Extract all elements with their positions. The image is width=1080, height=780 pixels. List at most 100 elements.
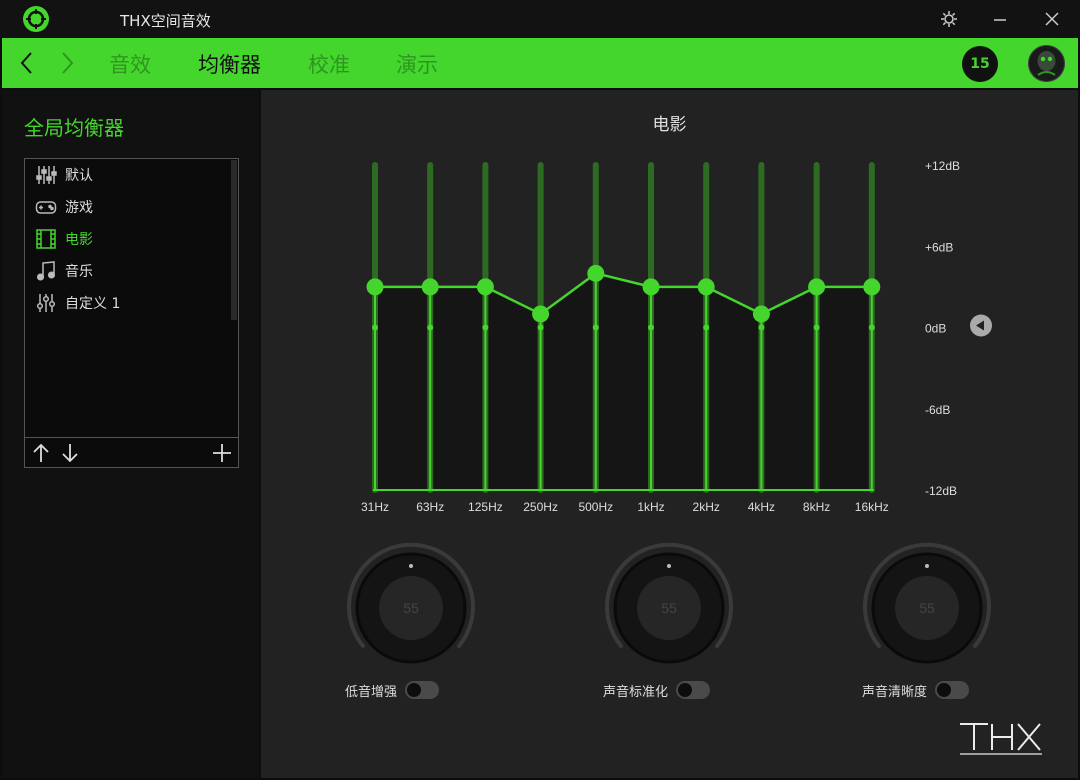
eq-db-label: -12dB — [925, 484, 957, 498]
title-bar: THX空间音效 — [0, 0, 1080, 38]
chevron-left-icon — [20, 52, 32, 74]
preset-label: 音乐 — [65, 264, 93, 280]
eq-freq-label: 4kHz — [748, 500, 775, 514]
arrow-up-icon — [33, 443, 49, 462]
preset-list: 默认 游戏 电影 音乐 自定义 1 — [24, 158, 239, 468]
eq-zero-marker — [372, 324, 378, 331]
plus-icon — [213, 444, 231, 462]
preset-item-music[interactable]: 音乐 — [35, 258, 225, 284]
eq-zero-marker — [537, 324, 544, 331]
nav-bar: 音效 均衡器 校准 演示 15 — [2, 38, 1078, 88]
eq-zero-marker — [427, 324, 434, 331]
voice-clarity-toggle[interactable] — [935, 681, 970, 699]
settings-icon — [941, 11, 957, 27]
eq-handle-8kHz[interactable] — [808, 278, 826, 296]
eq-freq-label: 2kHz — [693, 500, 720, 514]
eq-db-label: +6dB — [925, 240, 953, 254]
notification-badge[interactable]: 15 — [962, 46, 998, 82]
preset-item-custom-1[interactable]: 自定义 1 — [35, 290, 225, 316]
preset-list-toolbar — [25, 437, 238, 467]
knob-indicator — [925, 564, 929, 568]
eq-zero-marker — [703, 324, 710, 331]
eq-freq-label: 500Hz — [578, 500, 613, 514]
preset-item-game[interactable]: 游戏 — [35, 194, 225, 220]
eq-handle-63Hz[interactable] — [421, 278, 439, 296]
razer-logo-icon — [22, 5, 50, 33]
minimize-icon — [994, 19, 1006, 21]
knob-value: 55 — [661, 600, 677, 616]
bass-boost-knob[interactable]: 55 — [343, 542, 479, 678]
tab-calibration[interactable]: 校准 — [308, 49, 350, 79]
eq-db-label: +12dB — [925, 159, 960, 173]
thx-logo — [956, 718, 1046, 768]
eq-handle-125Hz[interactable] — [476, 278, 494, 296]
move-down-button[interactable] — [58, 441, 82, 465]
voice-clarity-knob[interactable]: 55 — [859, 542, 995, 678]
custom-sliders-icon — [35, 292, 57, 314]
equalizer-chart: 31Hz 63Hz 125Hz 250Hz 500Hz 1kHz 2kHz 4kHz 8kHz 1… — [361, 159, 992, 514]
voice-clarity-label: 声音清晰度 — [862, 684, 928, 700]
list-scrollbar[interactable] — [231, 160, 237, 320]
bass-boost-toggle[interactable] — [405, 681, 440, 699]
eq-handle-250Hz[interactable] — [532, 305, 550, 323]
voice-normalization-toggle[interactable] — [676, 681, 711, 699]
knob-value: 55 — [919, 600, 935, 616]
preset-label: 游戏 — [65, 200, 93, 216]
voice-clarity-control: 声音清晰度 — [862, 678, 970, 702]
chevron-right-icon — [62, 52, 74, 74]
close-button[interactable] — [1038, 6, 1066, 32]
eq-handle-16kHz[interactable] — [863, 278, 881, 296]
eq-freq-label: 1kHz — [637, 500, 664, 514]
eq-handle-4kHz[interactable] — [752, 305, 770, 323]
close-icon — [1045, 12, 1059, 26]
minimize-button[interactable] — [986, 6, 1014, 32]
knob-indicator — [667, 564, 671, 568]
eq-db-label: -6dB — [925, 403, 950, 417]
settings-button[interactable] — [935, 6, 963, 32]
preset-item-default[interactable]: 默认 — [35, 162, 225, 188]
eq-curve-area — [375, 273, 872, 490]
preset-item-movie[interactable]: 电影 — [35, 226, 225, 252]
eq-freq-label: 16kHz — [855, 500, 889, 514]
eq-db-label: 0dB — [925, 322, 946, 336]
voice-normalization-knob[interactable]: 55 — [601, 542, 737, 678]
voice-normalization-control: 声音标准化 — [603, 678, 711, 702]
sliders-icon — [35, 164, 57, 186]
eq-zero-marker — [813, 324, 820, 331]
eq-freq-label: 250Hz — [523, 500, 558, 514]
tab-equalizer[interactable]: 均衡器 — [198, 49, 261, 79]
eq-freq-label: 63Hz — [416, 500, 444, 514]
preset-label: 默认 — [65, 168, 93, 184]
forward-button[interactable] — [56, 50, 80, 76]
sidebar-title: 全局均衡器 — [24, 116, 124, 140]
bass-boost-label: 低音增强 — [345, 684, 398, 700]
eq-freq-label: 8kHz — [803, 500, 830, 514]
move-up-button[interactable] — [29, 441, 53, 465]
knob-indicator — [409, 564, 413, 568]
tab-sound-effects[interactable]: 音效 — [109, 49, 151, 79]
add-preset-button[interactable] — [210, 441, 234, 465]
gamepad-icon — [35, 196, 57, 218]
eq-handle-2kHz[interactable] — [697, 278, 715, 296]
eq-handle-31Hz[interactable] — [366, 278, 384, 296]
avatar[interactable] — [1028, 45, 1065, 82]
eq-zero-marker — [648, 324, 654, 331]
arrow-down-icon — [62, 444, 78, 463]
music-note-icon — [35, 260, 57, 282]
knob-value: 55 — [403, 600, 419, 616]
eq-handle-1kHz[interactable] — [642, 278, 660, 296]
back-button[interactable] — [14, 50, 38, 76]
equalizer-panel: 电影 31Hz 63Hz 125Hz 250Hz 500Hz 1kHz 2kHz 4kHz 8k… — [261, 90, 1078, 778]
eq-handle-500Hz[interactable] — [587, 264, 605, 282]
eq-zero-marker — [482, 324, 489, 331]
voice-normalization-label: 声音标准化 — [603, 684, 669, 700]
tab-demo[interactable]: 演示 — [396, 49, 438, 79]
eq-freq-label: 125Hz — [468, 500, 503, 514]
film-icon — [35, 228, 57, 250]
eq-freq-label: 31Hz — [361, 500, 389, 514]
eq-zero-marker — [868, 324, 875, 331]
bass-boost-control: 低音增强 — [345, 678, 440, 702]
preset-label: 自定义 1 — [65, 296, 121, 312]
window-title: THX空间音效 — [120, 12, 211, 30]
sidebar: 全局均衡器 默认 游戏 电影 音乐 自定义 1 — [2, 90, 259, 778]
